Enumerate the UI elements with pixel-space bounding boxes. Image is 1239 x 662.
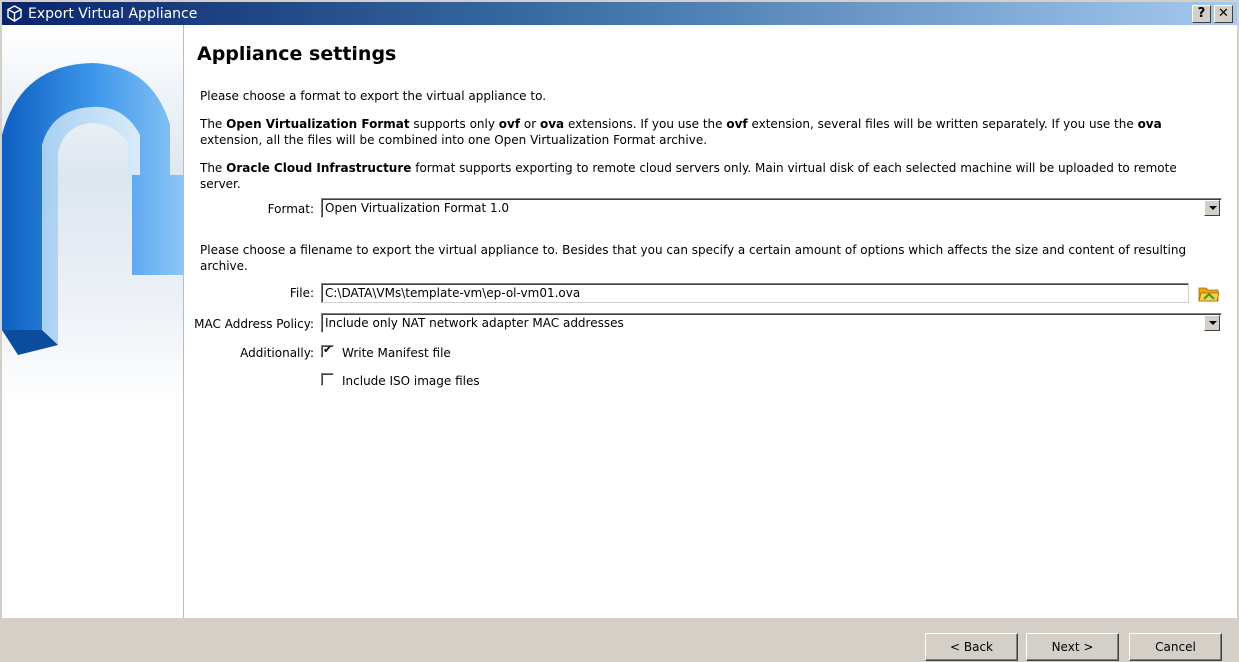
mac-policy-select[interactable]: Include only NAT network adapter MAC add… (321, 313, 1222, 333)
export-arrow-graphic (2, 63, 183, 355)
page-title: Appliance settings (197, 43, 397, 65)
chevron-down-icon[interactable] (1204, 200, 1220, 216)
manifest-checkbox[interactable]: ✔ (321, 343, 334, 358)
close-button[interactable]: ✕ (1214, 5, 1233, 23)
intro-text: Please choose a format to export the vir… (200, 89, 547, 103)
file-path-value: C:\DATA\VMs\template-vm\ep-ol-vm01.ova (325, 286, 581, 300)
window-title: Export Virtual Appliance (28, 6, 198, 22)
wizard-page: Appliance settings Please choose a forma… (2, 25, 1237, 618)
wizard-side-panel (2, 25, 184, 618)
format-label: Format: (267, 202, 314, 216)
back-button[interactable]: < Back (925, 633, 1018, 661)
open-folder-icon[interactable] (1198, 283, 1220, 303)
help-button[interactable]: ? (1192, 5, 1211, 23)
cancel-button[interactable]: Cancel (1129, 633, 1222, 661)
format-value: Open Virtualization Format 1.0 (325, 201, 510, 215)
title-bar[interactable]: Export Virtual Appliance ? ✕ (2, 2, 1237, 25)
iso-checkbox[interactable] (321, 373, 334, 386)
next-button[interactable]: Next > (1026, 633, 1119, 661)
file-path-input[interactable]: C:\DATA\VMs\template-vm\ep-ol-vm01.ova (321, 283, 1189, 303)
checkmark-icon: ✔ (323, 343, 333, 356)
mac-policy-value: Include only NAT network adapter MAC add… (325, 316, 624, 330)
filename-instructions: Please choose a filename to export the v… (200, 243, 1187, 273)
ovf-description: The Open Virtualization Format supports … (200, 117, 1162, 147)
manifest-label[interactable]: Write Manifest file (342, 346, 451, 360)
chevron-down-icon[interactable] (1204, 315, 1220, 331)
virtualbox-cube-icon (7, 5, 22, 22)
mac-policy-label: MAC Address Policy: (194, 317, 314, 331)
additionally-label: Additionally: (240, 346, 314, 360)
export-appliance-dialog: Export Virtual Appliance ? ✕ Appliance s… (0, 0, 1239, 662)
format-select[interactable]: Open Virtualization Format 1.0 (321, 198, 1222, 218)
oci-description: The Oracle Cloud Infrastructure format s… (200, 161, 1177, 191)
file-label: File: (289, 286, 314, 300)
iso-label[interactable]: Include ISO image files (342, 374, 480, 388)
